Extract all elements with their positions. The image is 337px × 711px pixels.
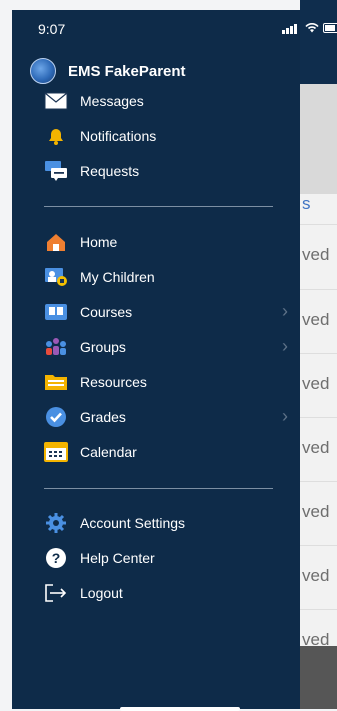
avatar [30,58,56,84]
profile-header[interactable]: EMS FakeParent [30,56,290,86]
menu-divider [44,206,273,207]
background-row: ved [300,417,337,482]
home-indicator[interactable] [120,707,240,711]
menu-divider [44,488,273,489]
background-row: ved [300,481,337,546]
house-icon [44,230,68,254]
background-row: ved [300,224,337,289]
menu-item-label: My Children [80,269,155,285]
signal-icon [282,23,298,34]
menu-item-label: Help Center [80,550,155,566]
svg-text:?: ? [52,550,61,566]
battery-icon [323,23,337,33]
envelope-icon [44,89,68,113]
logout-icon [44,581,68,605]
chevron-right-icon: › [282,301,288,321]
menu-item-my-children[interactable]: My Children [44,262,292,292]
chat-icon [44,159,68,183]
calendar-icon [44,440,68,464]
menu-item-label: Groups [80,339,126,355]
menu-item-grades[interactable]: Grades › [44,402,292,432]
menu-item-account-settings[interactable]: Account Settings [44,508,292,538]
menu-item-label: Home [80,234,118,250]
menu-item-label: Grades [80,409,126,425]
menu-item-notifications[interactable]: Notifications [44,121,292,151]
menu-item-label: Calendar [80,444,137,460]
menu-item-groups[interactable]: Groups › [44,332,292,362]
menu-item-label: Courses [80,304,133,320]
checkmark-badge-icon [44,405,68,429]
background-row: ved [300,353,337,418]
status-bar: 9:07 [12,10,337,44]
menu-item-courses[interactable]: Courses › [44,297,292,327]
bell-icon [44,124,68,148]
menu-item-home[interactable]: Home [44,227,292,257]
status-time: 9:07 [38,21,66,37]
background-row: ved [300,289,337,354]
chevron-right-icon: › [282,336,288,356]
question-icon: ? [44,546,68,570]
menu-item-label: Account Settings [80,515,186,531]
children-icon [44,265,68,289]
menu-item-requests[interactable]: Requests [44,156,292,186]
menu-item-label: Logout [80,585,123,601]
background-row: ved [300,545,337,610]
menu-item-logout[interactable]: Logout [44,578,292,608]
folder-icon [44,370,68,394]
menu-item-help-center[interactable]: ? Help Center [44,543,292,573]
wifi-icon [305,22,319,33]
book-icon [44,300,68,324]
background-bottom-bar [300,646,337,709]
profile-name: EMS FakeParent [68,62,186,80]
chevron-right-icon: › [282,406,288,426]
menu-item-messages[interactable]: Messages [44,86,292,116]
group-icon [44,335,68,359]
menu-item-calendar[interactable]: Calendar [44,437,292,467]
gear-icon [44,511,68,535]
menu-item-resources[interactable]: Resources [44,367,292,397]
background-app: s ved ved ved ved ved ved ved [300,0,337,709]
background-header-strip [300,84,337,194]
menu-item-label: Resources [80,374,147,390]
menu-item-label: Messages [80,93,144,109]
menu-item-label: Notifications [80,128,157,144]
menu-item-label: Requests [80,163,140,179]
background-link[interactable]: s [302,194,311,214]
navigation-drawer: 9:07 EMS FakeParent Messages Notificatio… [12,10,337,711]
